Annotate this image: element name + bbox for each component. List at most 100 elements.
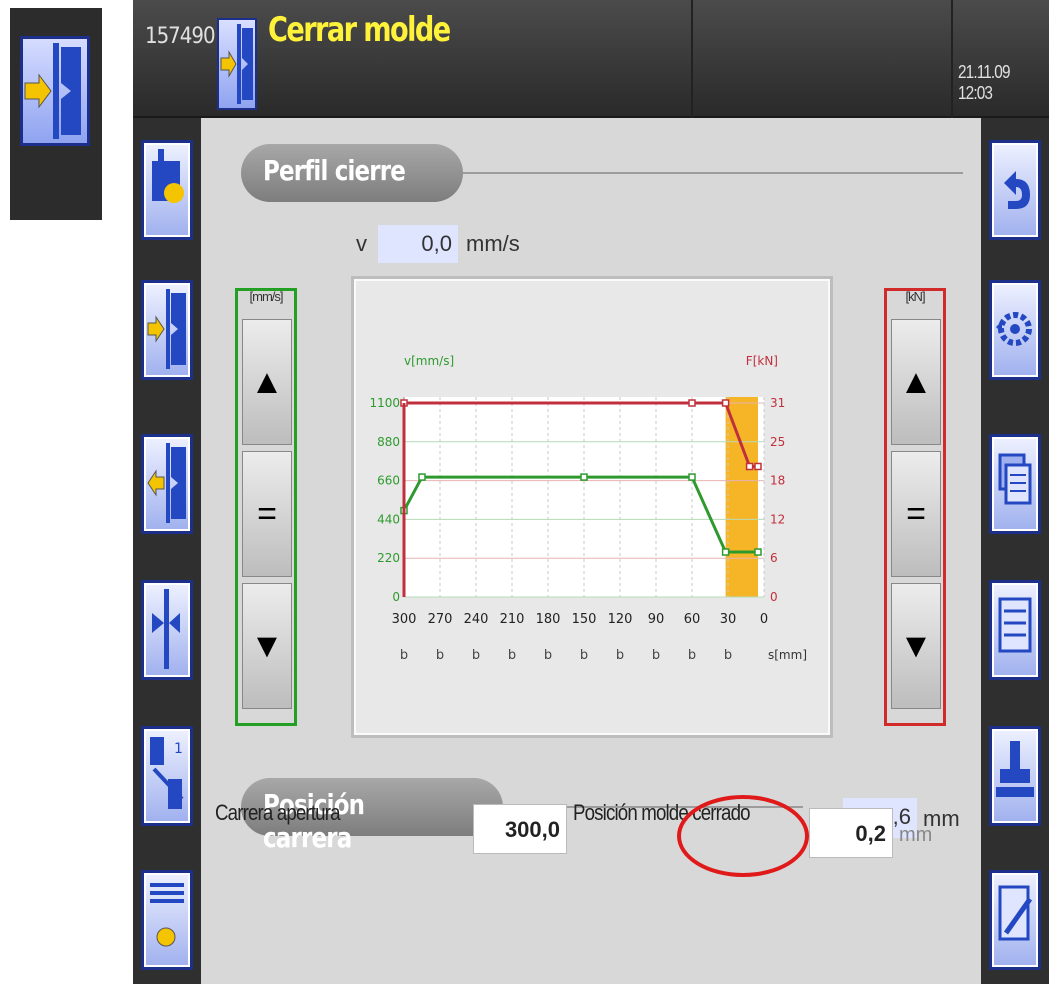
mold-protection-icon xyxy=(152,589,180,669)
position-marker: b xyxy=(616,648,624,663)
force-adjuster: [kN] ▲ = ▼ xyxy=(884,288,946,726)
open-mold-icon xyxy=(147,443,186,523)
core-pull-icon xyxy=(150,883,184,947)
position-marker: b xyxy=(400,648,408,663)
equal-icon: = xyxy=(257,494,277,533)
up-arrow-icon: ▲ xyxy=(250,362,284,401)
position-marker: b xyxy=(688,648,696,663)
force-adjuster-unit: [kN] xyxy=(905,289,925,304)
ejector-icon: 1 xyxy=(150,737,184,809)
chart-svg: 0 0220 6440 12660 18880 251100 31300b270b240b2… xyxy=(369,354,807,663)
title-bar: 157490 Cerrar molde 21.11.09 12:03 xyxy=(133,0,1049,118)
highlight-region xyxy=(725,397,758,597)
up-arrow-icon: ▲ xyxy=(899,362,933,401)
series-point-0 xyxy=(754,548,762,556)
closing-profile-chart: 0 0 220 6 440 12 660 18 880 25 1100 31 300 b 270 b 240 b 2… xyxy=(351,276,833,738)
position-marker: b xyxy=(436,648,444,663)
hmi-window: 157490 Cerrar molde 21.11.09 12:03 1 Per… xyxy=(133,0,1049,984)
close-mold-icon xyxy=(147,289,186,369)
close-mold-icon-preview xyxy=(10,8,102,220)
page-title: Cerrar molde xyxy=(268,10,451,50)
series-point-0 xyxy=(418,473,426,481)
down-arrow-icon: ▼ xyxy=(899,626,933,665)
equal-icon: = xyxy=(906,494,926,533)
series-point-0 xyxy=(688,473,696,481)
x-tick: 120 xyxy=(608,612,633,627)
position-marker: b xyxy=(580,648,588,663)
mold-height-button[interactable] xyxy=(141,140,193,240)
right-toolbar xyxy=(981,118,1049,984)
datetime: 21.11.09 12:03 xyxy=(958,62,1010,103)
opening-stroke-input[interactable]: 300,0 xyxy=(473,804,567,854)
stamp-icon xyxy=(996,741,1034,797)
close-mold-icon xyxy=(20,36,90,146)
back-icon xyxy=(1004,171,1030,209)
divider xyxy=(463,172,963,174)
position-marker: b xyxy=(508,648,516,663)
y-tick-left: 880 xyxy=(377,435,400,449)
x-tick: 0 xyxy=(760,612,768,627)
open-mold-button[interactable] xyxy=(141,434,193,534)
position-marker: b xyxy=(544,648,552,663)
svg-text:1: 1 xyxy=(174,741,183,757)
x-tick: 90 xyxy=(648,612,665,627)
edit-button[interactable] xyxy=(989,870,1041,970)
y-axis-label-left: v[mm/s] xyxy=(404,354,454,368)
series-point-0 xyxy=(721,548,730,556)
y-tick-left: 1100 xyxy=(369,396,400,410)
x-tick: 30 xyxy=(720,612,737,627)
edit-icon xyxy=(998,885,1033,941)
down-arrow-icon: ▼ xyxy=(250,626,284,665)
highlight-circle xyxy=(677,795,809,877)
screen: 157490 Cerrar molde 21.11.09 12:03 1 Per… xyxy=(0,0,1049,984)
speed-adjuster-unit: [mm/s] xyxy=(249,289,284,304)
settings-button[interactable] xyxy=(989,280,1041,380)
x-tick: 180 xyxy=(536,612,561,627)
y-tick-left: 440 xyxy=(377,512,400,526)
x-axis-label: s[mm] xyxy=(768,648,807,662)
back-button[interactable] xyxy=(989,140,1041,240)
closed-mold-position-unit: mm xyxy=(899,824,933,846)
y-axis-label-right: F[kN] xyxy=(746,354,778,368)
series-point-0 xyxy=(580,473,588,481)
position-marker: b xyxy=(724,648,732,663)
series-point-1 xyxy=(688,399,696,407)
mold-protection-button[interactable] xyxy=(141,580,193,680)
y-tick-right: 25 xyxy=(770,435,785,449)
series-point-1 xyxy=(721,399,730,407)
mold-height-icon xyxy=(152,149,184,203)
speed-increase-button[interactable]: ▲ xyxy=(242,319,292,445)
speed-value: 0,0 xyxy=(378,225,458,263)
y-tick-right: 12 xyxy=(770,512,785,526)
title-divider xyxy=(951,0,953,118)
series-point-1 xyxy=(745,462,754,471)
speed-adjuster: [mm/s] ▲ = ▼ xyxy=(235,288,297,726)
speed-unit: mm/s xyxy=(466,231,520,256)
stamp-button[interactable] xyxy=(989,726,1041,826)
x-tick: 240 xyxy=(464,612,489,627)
left-toolbar: 1 xyxy=(133,118,201,984)
section-title-text: Perfil cierre xyxy=(263,154,406,187)
y-tick-right: 0 xyxy=(770,590,778,604)
position-marker: b xyxy=(472,648,480,663)
force-equal-button[interactable]: = xyxy=(891,451,941,577)
force-decrease-button[interactable]: ▼ xyxy=(891,583,941,709)
x-tick: 210 xyxy=(500,612,525,627)
series-point-1 xyxy=(754,462,762,471)
y-tick-right: 31 xyxy=(770,396,785,410)
cycle-counter: 157490 xyxy=(145,24,216,49)
speed-label: v xyxy=(356,231,367,256)
speed-decrease-button[interactable]: ▼ xyxy=(242,583,292,709)
speed-equal-button[interactable]: = xyxy=(242,451,292,577)
documents-icon xyxy=(998,453,1032,505)
ejector-button[interactable]: 1 xyxy=(141,726,193,826)
x-tick: 60 xyxy=(684,612,701,627)
y-tick-right: 18 xyxy=(770,474,785,488)
documents-button[interactable] xyxy=(989,434,1041,534)
closed-mold-position-input[interactable]: 0,2 xyxy=(809,808,893,858)
close-mold-button[interactable] xyxy=(141,280,193,380)
y-tick-left: 220 xyxy=(377,551,400,565)
core-pull-button[interactable] xyxy=(141,870,193,970)
force-increase-button[interactable]: ▲ xyxy=(891,319,941,445)
list-settings-button[interactable] xyxy=(989,580,1041,680)
